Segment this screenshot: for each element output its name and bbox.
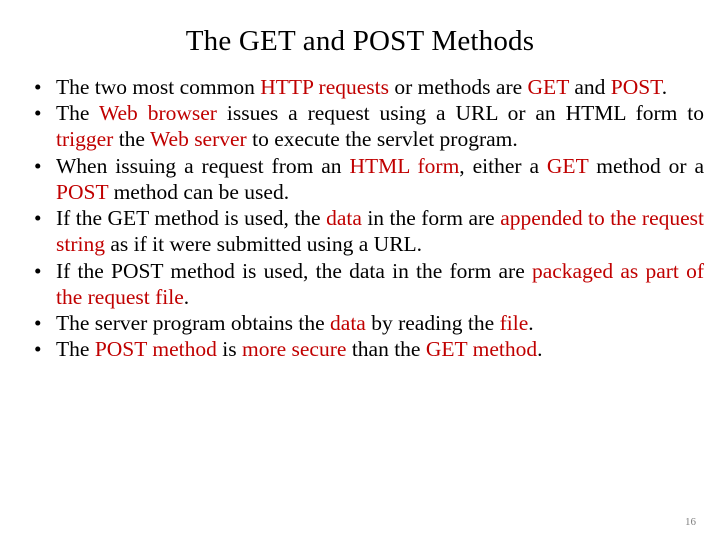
highlighted-term: data [326, 206, 362, 231]
body-text: The server program obtains the [56, 310, 331, 335]
list-item-text: When issuing a request from an HTML form… [56, 153, 704, 205]
body-text: as if it were submitted using a URL. [104, 232, 423, 257]
list-item: When issuing a request from an HTML form… [16, 153, 704, 205]
highlighted-term: GET [546, 153, 589, 178]
highlighted-term: more secure [241, 337, 347, 362]
body-text: . [537, 337, 543, 362]
highlighted-term: trigger [56, 127, 114, 152]
highlighted-term: HTML form [349, 153, 460, 178]
body-text: . [183, 284, 190, 309]
highlighted-term: data [330, 310, 366, 335]
highlighted-term: POST [56, 179, 109, 204]
page-number: 16 [685, 516, 696, 528]
body-text: by reading the [365, 310, 500, 335]
highlighted-term: POST [610, 75, 662, 99]
body-text: . [528, 310, 534, 335]
highlighted-term: POST method [94, 337, 217, 362]
page-title: The GET and POST Methods [185, 25, 535, 57]
list-item-text: The two most common HTTP requests or met… [56, 74, 704, 100]
list-item: The Web browser issues a request using a… [16, 100, 704, 152]
body-text: and [568, 75, 611, 99]
body-text: The [56, 337, 95, 362]
highlighted-term: HTTP requests [260, 75, 390, 99]
body-text: in the form are [361, 206, 501, 231]
list-item: If the GET method is used, the data in t… [16, 205, 704, 257]
list-item: The server program obtains the data by r… [16, 310, 704, 336]
body-text: The two most common [56, 75, 261, 99]
highlighted-term: Web server [149, 127, 247, 152]
body-text: to execute the servlet program. [246, 127, 518, 152]
list-item: The POST method is more secure than the … [16, 336, 704, 362]
body-text: method or a [588, 153, 704, 178]
body-text: . [661, 75, 668, 99]
list-item-text: The server program obtains the data by r… [56, 310, 704, 336]
slide-body: The two most common HTTP requests or met… [16, 74, 704, 363]
slide: The GET and POST Methods The two most co… [0, 0, 720, 540]
body-text: , either a [459, 153, 547, 178]
list-item: If the POST method is used, the data in … [16, 258, 704, 310]
list-item-text: The POST method is more secure than the … [56, 336, 704, 362]
highlighted-term: file [499, 310, 529, 335]
list-item-text: If the GET method is used, the data in t… [56, 205, 704, 257]
highlighted-term: GET method [425, 337, 538, 362]
body-text: When issuing a request from an [56, 153, 350, 178]
body-text: issues a request using a URL or an HTML … [216, 101, 704, 126]
list-item: The two most common HTTP requests or met… [16, 74, 704, 100]
body-text: If the GET method is used, the [56, 206, 327, 231]
body-text: The [56, 101, 99, 126]
bullet-list: The two most common HTTP requests or met… [16, 74, 704, 363]
list-item-text: If the POST method is used, the data in … [56, 258, 704, 310]
highlighted-term: Web browser [98, 101, 217, 126]
body-text: is [216, 337, 242, 362]
body-text: If the POST method is used, the data in … [56, 258, 532, 283]
list-item-text: The Web browser issues a request using a… [56, 100, 704, 152]
body-text: the [113, 127, 150, 152]
body-text: than the [346, 337, 426, 362]
body-text: method can be used. [108, 179, 290, 204]
body-text: or methods are [389, 75, 528, 99]
highlighted-term: GET [527, 75, 569, 99]
